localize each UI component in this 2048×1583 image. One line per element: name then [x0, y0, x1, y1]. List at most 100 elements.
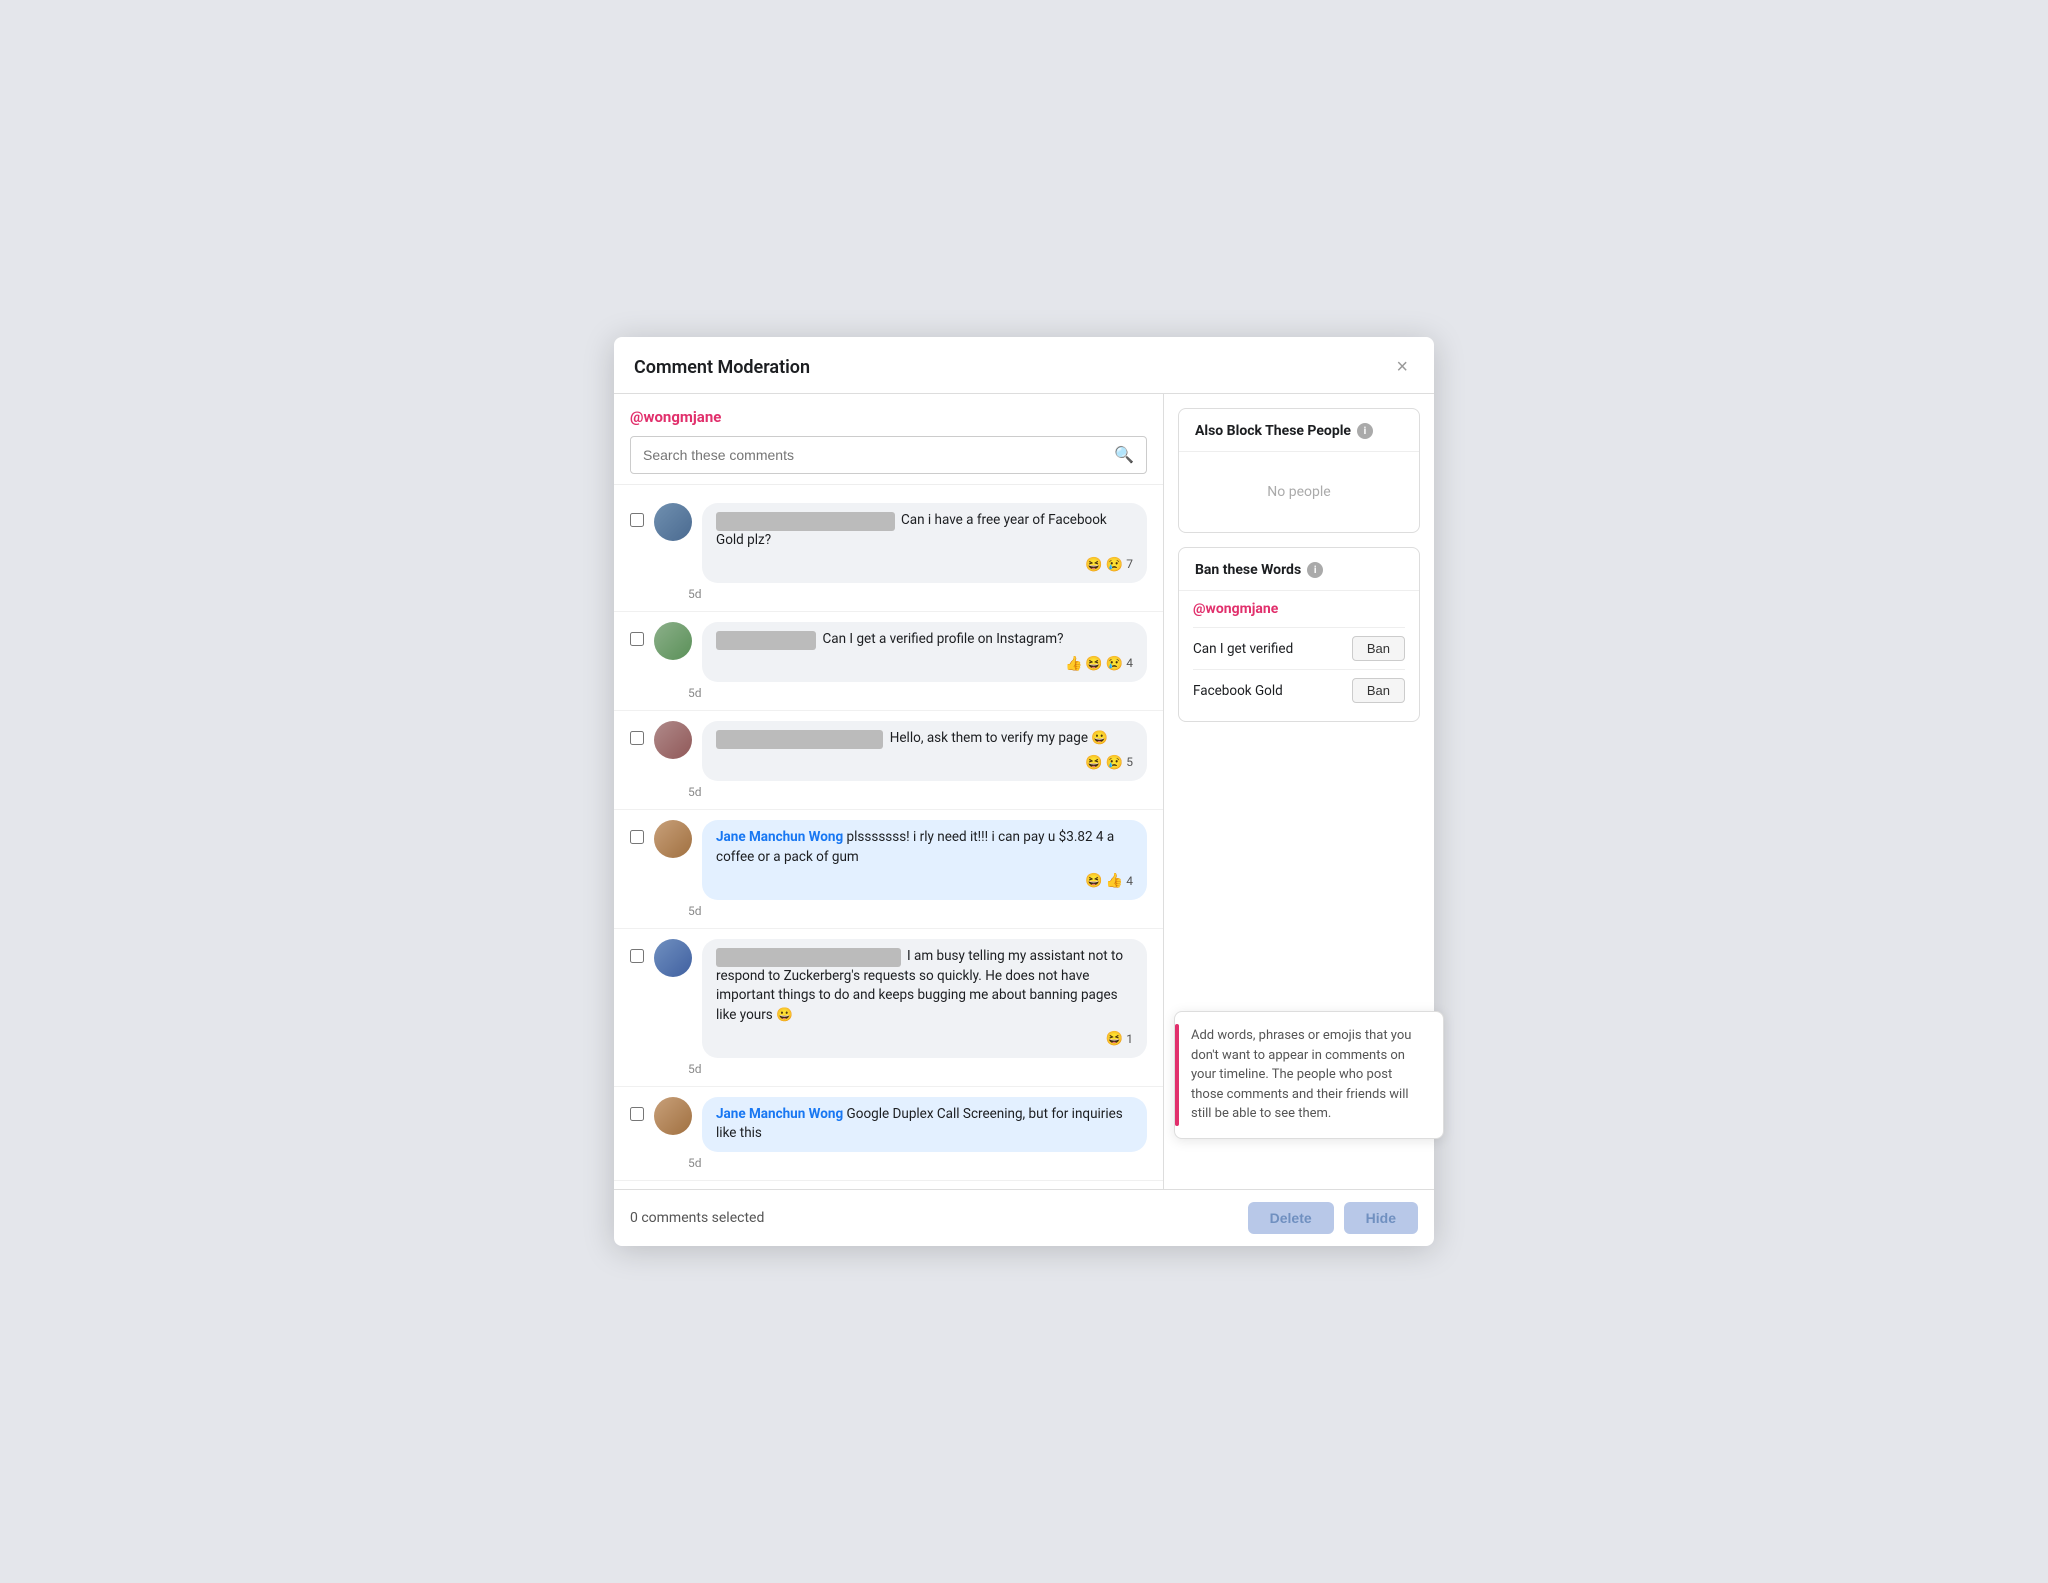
- commenter-name: Jane Manchun Wong: [716, 829, 843, 845]
- ban-words-title: Ban these Words: [1195, 562, 1301, 578]
- search-icon: 🔍: [1114, 447, 1134, 464]
- reaction-emoji: 👍: [1106, 871, 1123, 891]
- reaction-emoji: 😆: [1106, 1029, 1123, 1049]
- comment-time: 5d: [688, 904, 1147, 918]
- reaction-emoji: 😆: [1085, 871, 1102, 891]
- reactions-row: 😆 👍 4: [716, 871, 1133, 891]
- avatar: [654, 1097, 692, 1135]
- reaction-count: 7: [1126, 556, 1133, 573]
- reaction-emoji: 😢: [1106, 753, 1123, 773]
- comment-row: ██████ ██ ██████ Hello, ask them to veri…: [630, 721, 1147, 781]
- modal-footer: 0 comments selected Delete Hide: [614, 1189, 1434, 1246]
- blurred-username: ██████ ██ ██████: [716, 730, 883, 749]
- reaction-emoji: 😆: [1085, 753, 1102, 773]
- ban-word-label: Can I get verified: [1193, 641, 1293, 657]
- close-button[interactable]: ×: [1390, 355, 1414, 379]
- avatar: [654, 503, 692, 541]
- reaction-count: 4: [1126, 655, 1133, 672]
- comment-time: 5d: [688, 785, 1147, 799]
- reactions-row: 😆 😢 7: [716, 555, 1133, 575]
- blurred-username: ███ ███ ██: [716, 631, 816, 650]
- avatar: [654, 721, 692, 759]
- search-bar: 🔍: [630, 436, 1147, 474]
- tooltip-accent: [1175, 1024, 1179, 1126]
- reaction-emoji: 😢: [1106, 555, 1123, 575]
- reaction-emoji: 😆: [1085, 555, 1102, 575]
- reactions-row: 😆 😢 5: [716, 753, 1133, 773]
- comment-bubble: ████████ █████ ██ Can i have a free year…: [702, 503, 1147, 583]
- comment-bubble: Jane Manchun Wong Google Duplex Call Scr…: [702, 1097, 1147, 1152]
- list-item: ████████ ████████ I am busy telling my a…: [614, 929, 1163, 1087]
- tooltip-text: Add words, phrases or emojis that you do…: [1191, 1028, 1411, 1121]
- blurred-username: ████████ ████████: [716, 948, 901, 967]
- reaction-emoji: 😢: [1106, 654, 1123, 674]
- comment-checkbox[interactable]: [630, 830, 644, 844]
- comment-time: 5d: [688, 587, 1147, 601]
- comment-row: Jane Manchun Wong Google Duplex Call Scr…: [630, 1097, 1147, 1152]
- comment-checkbox[interactable]: [630, 1107, 644, 1121]
- ban-words-header: Ban these Words i: [1179, 548, 1419, 591]
- comment-row: ████████ ████████ I am busy telling my a…: [630, 939, 1147, 1058]
- hide-button[interactable]: Hide: [1344, 1202, 1418, 1234]
- ban-button[interactable]: Ban: [1352, 636, 1405, 661]
- comment-bubble: Jane Manchun Wong plsssssss! i rly need …: [702, 820, 1147, 899]
- list-item: ██████ ██ ██████ Hello, ask them to veri…: [614, 711, 1163, 810]
- reactions-row: 😆 1: [716, 1029, 1133, 1049]
- comment-row: ███ ███ ██ Can I get a verified profile …: [630, 622, 1147, 682]
- ban-handle: @wongmjane: [1193, 601, 1405, 617]
- list-item: Jane Manchun Wong Google Duplex Call Scr…: [614, 1087, 1163, 1181]
- also-block-card: Also Block These People i No people: [1178, 408, 1420, 533]
- selected-count: 0 comments selected: [630, 1210, 764, 1226]
- modal-title: Comment Moderation: [634, 357, 810, 378]
- reactions-row: 👍 😆 😢 4: [716, 654, 1133, 674]
- delete-button[interactable]: Delete: [1248, 1202, 1334, 1234]
- page-handle: @wongmjane: [630, 408, 1147, 426]
- commenter-name: Jane Manchun Wong: [716, 1106, 843, 1122]
- also-block-header: Also Block These People i: [1179, 409, 1419, 452]
- ban-row: Facebook Gold Ban: [1193, 669, 1405, 711]
- ban-word-label: Facebook Gold: [1193, 683, 1283, 699]
- comment-checkbox[interactable]: [630, 731, 644, 745]
- info-icon[interactable]: i: [1357, 423, 1373, 439]
- blurred-username: ████████ █████ ██: [716, 512, 895, 531]
- list-item: ███ ███ ██ Can I get a verified profile …: [614, 612, 1163, 711]
- reaction-emoji: 😆: [1085, 654, 1102, 674]
- comment-text: Hello, ask them to verify my page 😀: [890, 730, 1108, 746]
- list-item: Jane Manchun Wong plsssssss! i rly need …: [614, 810, 1163, 928]
- no-people-label: No people: [1179, 452, 1419, 532]
- ban-words-card: Ban these Words i @wongmjane Can I get v…: [1178, 547, 1420, 722]
- comment-moderation-modal: Comment Moderation × @wongmjane 🔍: [614, 337, 1434, 1245]
- comment-checkbox[interactable]: [630, 513, 644, 527]
- comments-list: ████████ █████ ██ Can i have a free year…: [614, 485, 1163, 1188]
- comment-time: 5d: [688, 1062, 1147, 1076]
- info-icon[interactable]: i: [1307, 562, 1323, 578]
- also-block-title: Also Block These People: [1195, 423, 1351, 439]
- comment-row: Jane Manchun Wong plsssssss! i rly need …: [630, 820, 1147, 899]
- comment-checkbox[interactable]: [630, 632, 644, 646]
- ban-words-body: @wongmjane Can I get verified Ban Facebo…: [1179, 591, 1419, 721]
- comment-bubble: ██████ ██ ██████ Hello, ask them to veri…: [702, 721, 1147, 781]
- comment-row: ████████ █████ ██ Can i have a free year…: [630, 503, 1147, 583]
- avatar: [654, 939, 692, 977]
- footer-actions: Delete Hide: [1248, 1202, 1418, 1234]
- comment-checkbox[interactable]: [630, 949, 644, 963]
- reaction-emoji: 👍: [1065, 654, 1082, 674]
- avatar: [654, 820, 692, 858]
- search-button[interactable]: 🔍: [1102, 437, 1146, 473]
- ban-row: Can I get verified Ban: [1193, 627, 1405, 669]
- list-item: ████████ █████ ██ Can i have a free year…: [614, 493, 1163, 612]
- ban-button[interactable]: Ban: [1352, 678, 1405, 703]
- comment-bubble: ███ ███ ██ Can I get a verified profile …: [702, 622, 1147, 682]
- modal-body: @wongmjane 🔍 ████████ █████ ██: [614, 394, 1434, 1188]
- avatar: [654, 622, 692, 660]
- right-panel: Also Block These People i No people Ban …: [1164, 394, 1434, 1188]
- comment-time: 5d: [688, 1156, 1147, 1170]
- comment-bubble: ████████ ████████ I am busy telling my a…: [702, 939, 1147, 1058]
- comment-text: Can I get a verified profile on Instagra…: [823, 631, 1064, 647]
- left-top: @wongmjane 🔍: [614, 394, 1163, 485]
- modal-header: Comment Moderation ×: [614, 337, 1434, 394]
- search-input[interactable]: [631, 439, 1102, 471]
- reaction-count: 5: [1126, 754, 1133, 771]
- reaction-count: 1: [1126, 1031, 1133, 1048]
- reaction-count: 4: [1126, 873, 1133, 890]
